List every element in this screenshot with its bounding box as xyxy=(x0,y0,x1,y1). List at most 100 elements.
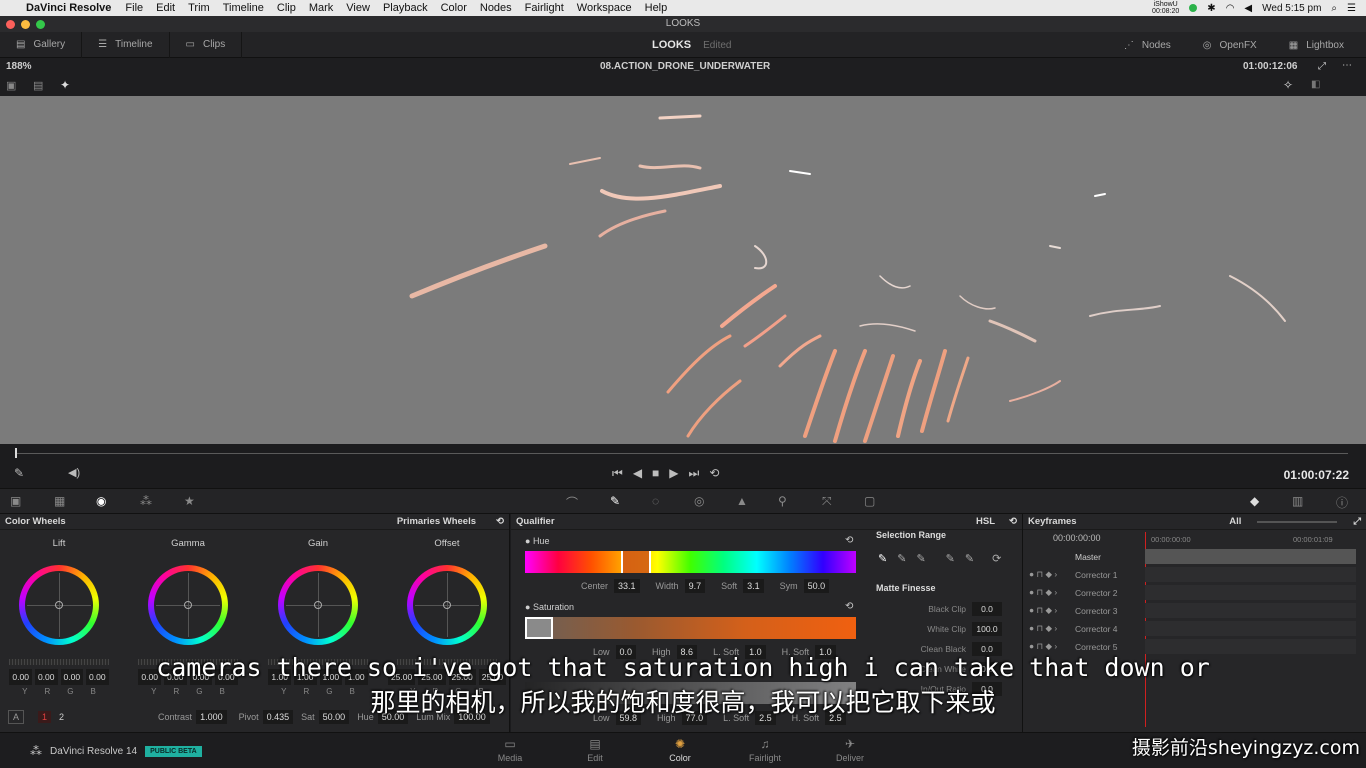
saturation-range-handle[interactable] xyxy=(525,617,553,639)
3d-icon[interactable]: ▢ xyxy=(864,494,875,508)
lightbox-button[interactable]: ▦ Lightbox xyxy=(1273,32,1360,58)
blur-icon[interactable]: ▲ xyxy=(736,494,748,508)
scopes-icon[interactable]: ▥ xyxy=(1292,494,1303,508)
playhead[interactable] xyxy=(15,448,17,458)
black-clip-field[interactable]: 0.0 xyxy=(972,602,1002,616)
menu-timeline[interactable]: Timeline xyxy=(223,2,264,14)
menu-file[interactable]: File xyxy=(125,2,143,14)
saturation-toggle[interactable]: ● Saturation xyxy=(525,602,574,612)
keyframe-row-master[interactable]: Master xyxy=(1023,548,1366,565)
lift-wheel[interactable] xyxy=(19,565,99,645)
keyframes-zoom-slider[interactable] xyxy=(1257,520,1338,523)
page-media[interactable]: ▭ Media xyxy=(480,737,540,763)
color-wheels-icon[interactable]: ◉ xyxy=(96,494,106,508)
record-status-icon[interactable] xyxy=(1189,4,1198,12)
hue-range-bar[interactable] xyxy=(525,551,856,573)
viewer-options-icon[interactable]: ⋯ xyxy=(1342,60,1352,71)
video-viewer[interactable] xyxy=(0,96,1366,444)
window-icon[interactable]: ◌ xyxy=(652,494,659,508)
magic-wand-icon[interactable]: ✦ xyxy=(60,78,70,92)
invert-selection-icon[interactable]: ⟳ xyxy=(992,552,1001,565)
menu-edit[interactable]: Edit xyxy=(156,2,175,14)
wifi-icon[interactable]: ◠ xyxy=(1226,3,1235,14)
feather-minus-icon[interactable]: ✎ xyxy=(946,552,955,565)
menu-clip[interactable]: Clip xyxy=(277,2,296,14)
white-clip-field[interactable]: 100.0 xyxy=(972,622,1002,636)
info-icon[interactable]: ⓘ xyxy=(1336,494,1348,511)
keyframe-row-corrector-4[interactable]: ● ⊓ ◆ › Corrector 4 xyxy=(1023,620,1366,637)
clips-button[interactable]: ▭ Clips xyxy=(170,31,243,58)
curves-icon[interactable]: ⌒ xyxy=(566,494,578,511)
single-viewer-icon[interactable]: ▣ xyxy=(6,79,16,92)
keyframe-row-corrector-3[interactable]: ● ⊓ ◆ › Corrector 3 xyxy=(1023,602,1366,619)
split-viewer-icon[interactable]: ▤ xyxy=(33,79,43,92)
qualifier-reset-icon[interactable]: ⟲ xyxy=(1009,516,1017,527)
fullscreen-viewer-icon[interactable]: ⤢ xyxy=(1318,61,1326,72)
keyframes-panel-icon[interactable]: ◆ xyxy=(1250,494,1259,508)
gallery-button[interactable]: ▤ Gallery xyxy=(0,31,83,58)
timeline-button[interactable]: ☰ Timeline xyxy=(82,31,170,58)
openfx-button[interactable]: ◎ OpenFX xyxy=(1187,32,1273,58)
hue-reset-icon[interactable]: ⟲ xyxy=(845,535,853,546)
page-deliver[interactable]: ✈ Deliver xyxy=(820,737,880,763)
highlight-mode-icon[interactable]: ✧ xyxy=(1283,78,1293,92)
viewer-zoom-dropdown[interactable]: 188% xyxy=(6,61,32,72)
menu-color[interactable]: Color xyxy=(441,2,467,14)
picker-icon[interactable]: ✎ xyxy=(878,552,887,565)
notification-center-icon[interactable]: ☰ xyxy=(1347,3,1356,14)
jump-to-start-icon[interactable]: ⏮ xyxy=(612,466,623,481)
source-timecode[interactable]: 01:00:12:06 xyxy=(1243,61,1297,72)
audio-icon[interactable]: ◀) xyxy=(68,466,80,479)
feather-plus-icon[interactable]: ✎ xyxy=(965,552,974,565)
key-icon[interactable]: ⚲ xyxy=(778,494,787,508)
eyedropper-icon[interactable]: ✎ xyxy=(14,466,24,480)
viewer-scrubber[interactable] xyxy=(0,444,1366,460)
keyframes-filter-dropdown[interactable]: All xyxy=(1229,516,1241,527)
rgb-mixer-icon[interactable]: ⁂ xyxy=(140,494,152,508)
clock[interactable]: Wed 5:15 pm xyxy=(1262,3,1321,14)
offset-wheel[interactable] xyxy=(407,565,487,645)
jump-to-end-icon[interactable]: ⏭ xyxy=(689,466,700,481)
menu-playback[interactable]: Playback xyxy=(383,2,428,14)
page-fairlight[interactable]: ♫ Fairlight xyxy=(735,737,795,763)
zoom-window-button[interactable] xyxy=(36,20,45,29)
minimize-window-button[interactable] xyxy=(21,20,30,29)
menu-help[interactable]: Help xyxy=(645,2,668,14)
hue-range-handle[interactable] xyxy=(621,551,651,573)
reset-all-icon[interactable]: ⟲ xyxy=(496,516,504,527)
ishowu-status[interactable]: iShowU 00:08:20 xyxy=(1152,1,1179,15)
tracker-icon[interactable]: ◎ xyxy=(694,494,704,508)
loop-icon[interactable]: ⟲ xyxy=(709,466,719,481)
nodes-button[interactable]: ⋰ Nodes xyxy=(1108,32,1187,58)
scrubber-track[interactable] xyxy=(15,453,1348,454)
page-edit[interactable]: ▤ Edit xyxy=(565,737,625,763)
keyframes-expand-icon[interactable]: ⤢ xyxy=(1353,516,1361,527)
menu-trim[interactable]: Trim xyxy=(188,2,210,14)
motion-effects-icon[interactable]: ★ xyxy=(184,494,195,508)
close-window-button[interactable] xyxy=(6,20,15,29)
stop-icon[interactable]: ■ xyxy=(652,466,659,481)
color-match-icon[interactable]: ▦ xyxy=(54,494,65,508)
menu-workspace[interactable]: Workspace xyxy=(577,2,632,14)
spotlight-search-icon[interactable]: ⌕ xyxy=(1331,3,1337,14)
hue-width-field[interactable]: 9.7 xyxy=(684,579,706,593)
volume-icon[interactable]: ◀ xyxy=(1244,3,1252,14)
saturation-reset-icon[interactable]: ⟲ xyxy=(845,601,853,612)
app-menu[interactable]: DaVinci Resolve xyxy=(26,2,111,14)
keyframe-row-corrector-1[interactable]: ● ⊓ ◆ › Corrector 1 xyxy=(1023,566,1366,583)
gamma-wheel[interactable] xyxy=(148,565,228,645)
menu-mark[interactable]: Mark xyxy=(309,2,333,14)
gain-wheel[interactable] xyxy=(278,565,358,645)
keyframe-row-corrector-2[interactable]: ● ⊓ ◆ › Corrector 2 xyxy=(1023,584,1366,601)
bluetooth-icon[interactable]: ✱ xyxy=(1207,3,1215,14)
qualifier-mode-dropdown[interactable]: HSL xyxy=(976,516,995,527)
compare-icon[interactable]: ◧ xyxy=(1311,79,1320,90)
picker-minus-icon[interactable]: ✎ xyxy=(897,552,906,565)
primaries-wheels-dropdown[interactable]: Primaries Wheels xyxy=(397,516,476,527)
camera-raw-icon[interactable]: ▣ xyxy=(10,494,21,508)
play-icon[interactable]: ▶ xyxy=(669,466,678,481)
menu-nodes[interactable]: Nodes xyxy=(480,2,512,14)
clip-name-dropdown[interactable]: 08.ACTION_DRONE_UNDERWATER xyxy=(600,61,770,72)
hue-soft-field[interactable]: 3.1 xyxy=(743,579,764,593)
sizing-icon[interactable]: ⤧ xyxy=(822,494,832,509)
